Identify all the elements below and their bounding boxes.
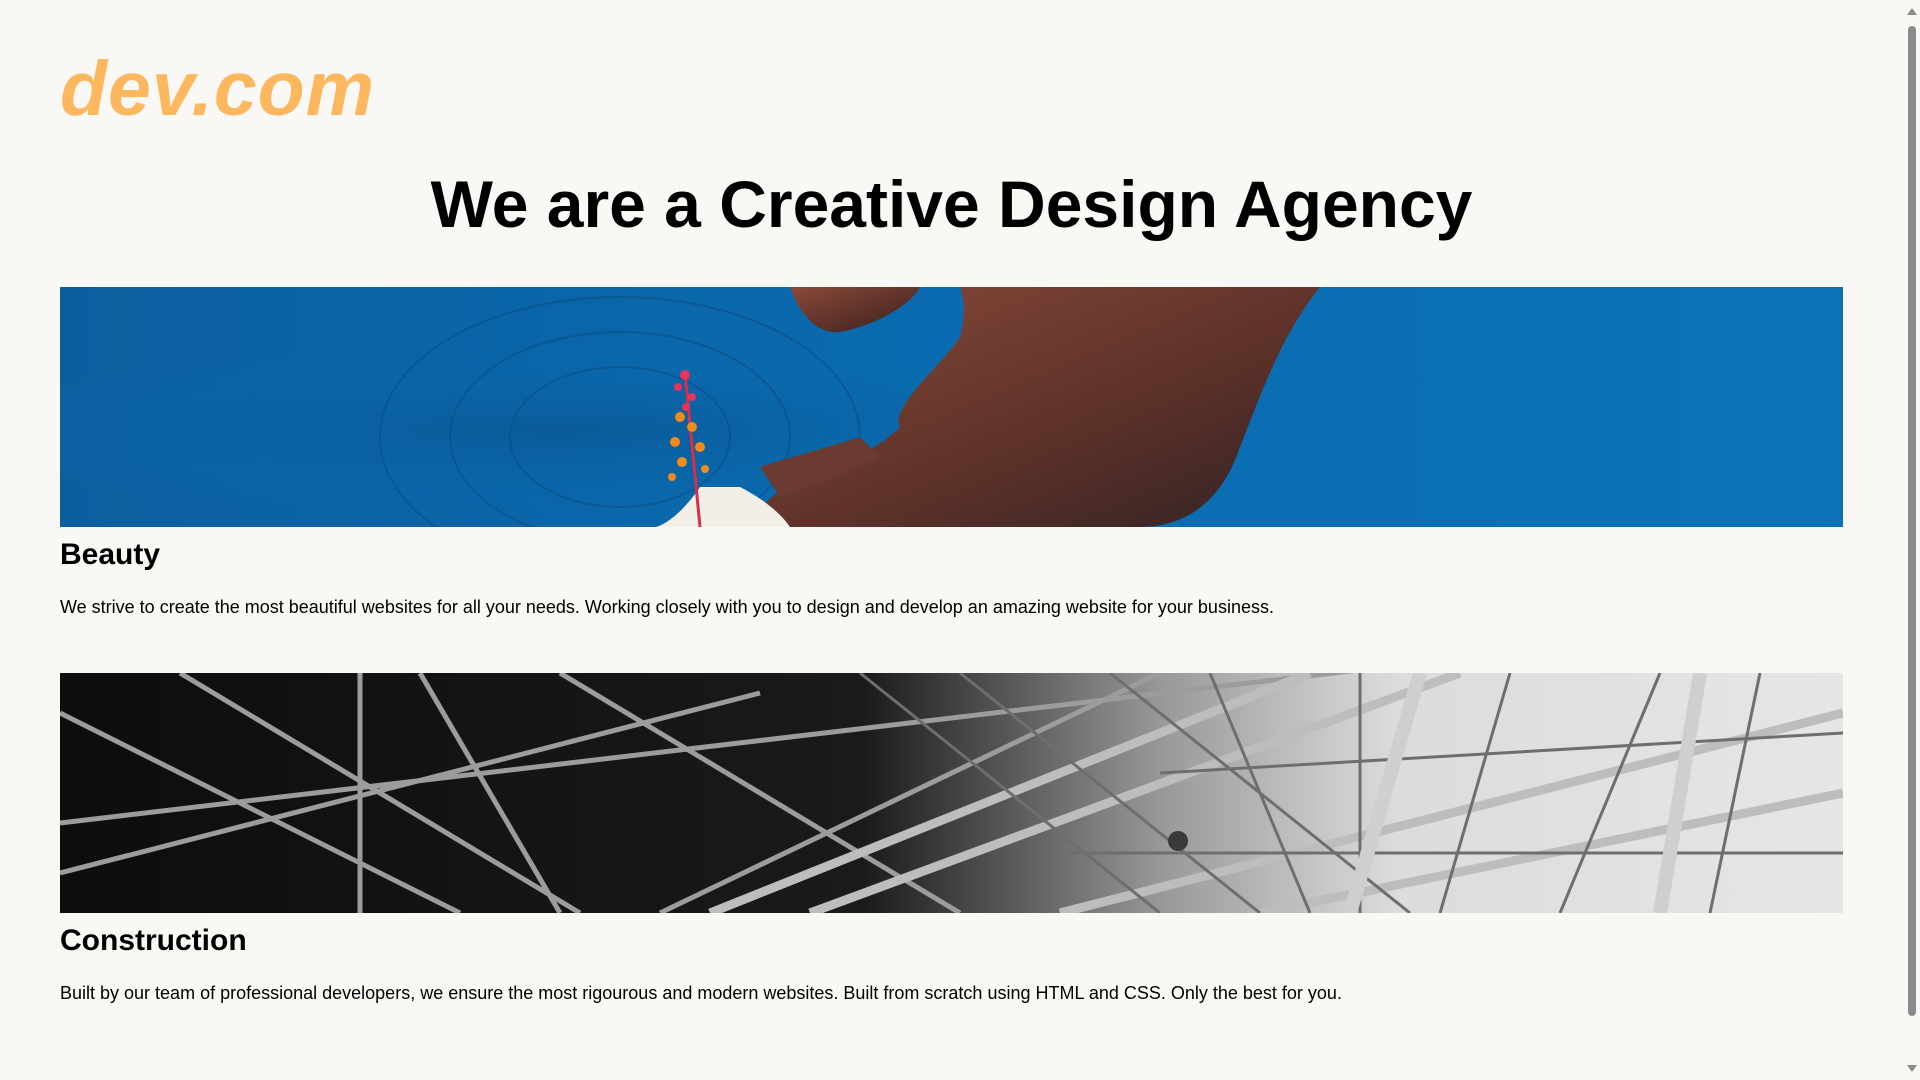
logo[interactable]: dev.com — [60, 46, 375, 132]
construction-banner-image — [60, 673, 1843, 913]
page: dev.com We are a Creative Design Agency — [0, 0, 1920, 1080]
section-heading-beauty: Beauty — [60, 538, 161, 571]
section-heading-construction: Construction — [60, 924, 247, 957]
vertical-scrollbar[interactable] — [1903, 0, 1920, 1080]
page-title: We are a Creative Design Agency — [430, 167, 1473, 241]
scroll-down-arrow-icon[interactable] — [1907, 1065, 1917, 1072]
beauty-banner-image — [60, 287, 1843, 527]
section-text-beauty: We strive to create the most beautiful w… — [60, 597, 1274, 617]
scroll-up-arrow-icon[interactable] — [1907, 8, 1917, 15]
scrollbar-thumb[interactable] — [1908, 26, 1916, 1016]
section-text-construction: Built by our team of professional develo… — [60, 983, 1342, 1003]
